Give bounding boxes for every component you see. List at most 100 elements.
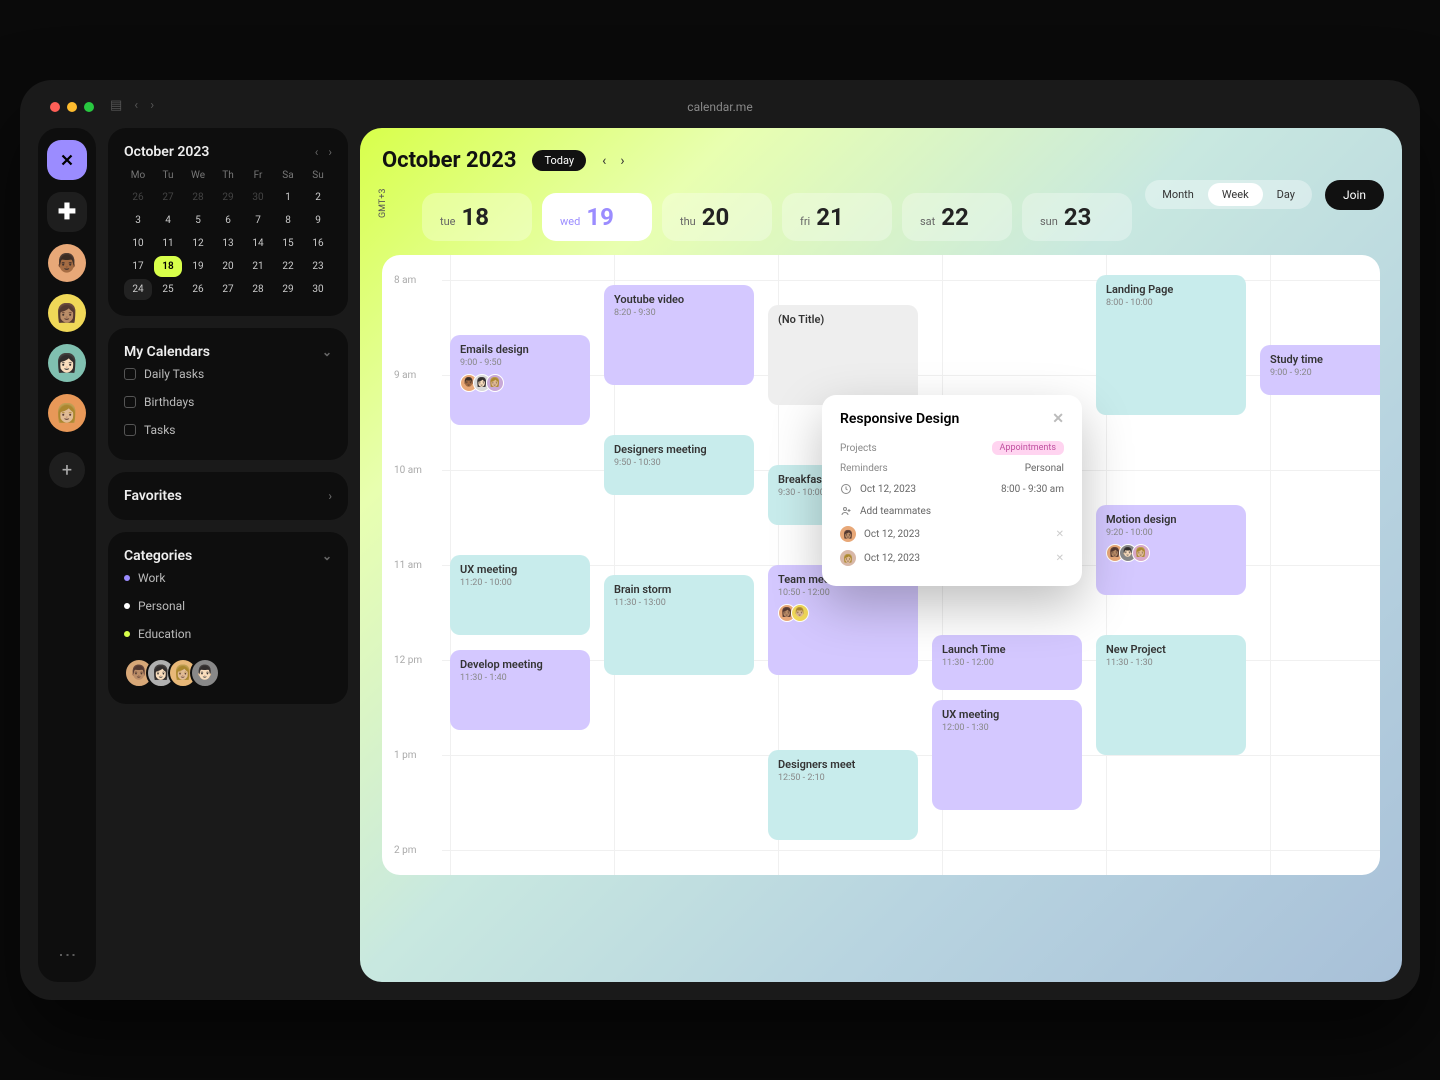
url-bar[interactable]: calendar.me [687, 100, 752, 114]
event-card[interactable]: (No Title) [768, 305, 918, 405]
event-card[interactable]: Study time 9:00 - 9:20 [1260, 345, 1380, 395]
add-user-button[interactable]: + [49, 452, 85, 488]
day-tab[interactable]: sun23 [1022, 193, 1132, 241]
zoom-light[interactable] [84, 102, 94, 112]
sidebar-toggle-icon[interactable]: ▤ [110, 98, 122, 113]
view-week[interactable]: Week [1208, 183, 1263, 206]
view-segmented-control[interactable]: Month Week Day [1145, 180, 1312, 209]
category-item[interactable]: Personal [124, 592, 332, 620]
calendar-item[interactable]: Tasks [124, 416, 332, 444]
day-tab[interactable]: sat22 [902, 193, 1012, 241]
checkbox[interactable] [124, 368, 136, 380]
avatar-user-1[interactable]: 👨🏾 [48, 244, 86, 282]
mini-date-cell[interactable]: 6 [214, 210, 242, 231]
day-tab[interactable]: tue18 [422, 193, 532, 241]
mini-date-cell[interactable]: 5 [184, 210, 212, 231]
minimize-light[interactable] [67, 102, 77, 112]
mini-date-cell[interactable]: 27 [154, 187, 182, 208]
close-light[interactable] [50, 102, 60, 112]
avatar-user-2[interactable]: 👩🏽 [48, 294, 86, 332]
avatar-user-3[interactable]: 👩🏻 [48, 344, 86, 382]
event-card[interactable]: Designers meet 12:50 - 2:10 [768, 750, 918, 840]
avatar[interactable]: 👨🏻 [190, 658, 220, 688]
mini-date-cell[interactable]: 29 [214, 187, 242, 208]
calendar-grid[interactable]: 8 am9 am10 am11 am12 pm1 pm2 pm Emails d… [382, 255, 1380, 875]
forward-icon[interactable]: › [150, 98, 154, 113]
mini-date-cell[interactable]: 17 [124, 256, 152, 277]
day-tab[interactable]: fri21 [782, 193, 892, 241]
close-button[interactable] [47, 140, 87, 180]
mini-date-cell[interactable]: 3 [124, 210, 152, 231]
mini-date-cell[interactable]: 13 [214, 233, 242, 254]
remove-icon[interactable]: ✕ [1056, 529, 1064, 540]
prev-icon[interactable]: ‹ [602, 153, 606, 169]
next-icon[interactable]: › [620, 153, 624, 169]
popup-tag-appointments[interactable]: Appointments [992, 441, 1064, 455]
mini-date-cell[interactable]: 28 [244, 279, 272, 300]
event-card[interactable]: Motion design 9:20 - 10:00 👩🏽👨🏻👩🏼 [1096, 505, 1246, 595]
avatar[interactable]: 👩🏼 [840, 550, 856, 566]
add-account-button[interactable]: ✚ [47, 192, 87, 232]
mini-date-cell[interactable]: 15 [274, 233, 302, 254]
mini-date-cell[interactable]: 30 [244, 187, 272, 208]
back-icon[interactable]: ‹ [134, 98, 138, 113]
mini-date-cell[interactable]: 4 [154, 210, 182, 231]
mini-date-cell[interactable]: 8 [274, 210, 302, 231]
avatar[interactable]: 👩🏽 [840, 526, 856, 542]
chevron-right-icon[interactable]: › [328, 489, 332, 503]
mini-date-cell[interactable]: 23 [304, 256, 332, 277]
mini-date-cell[interactable]: 26 [124, 187, 152, 208]
event-card[interactable]: Launch Time 11:30 - 12:00 [932, 635, 1082, 690]
avatar-user-4[interactable]: 👩🏼 [48, 394, 86, 432]
event-card[interactable]: Landing Page 8:00 - 10:00 [1096, 275, 1246, 415]
view-day[interactable]: Day [1263, 183, 1309, 206]
mini-prev-icon[interactable]: ‹ [315, 145, 319, 159]
mini-date-cell[interactable]: 30 [304, 279, 332, 300]
day-tab[interactable]: wed19 [542, 193, 652, 241]
popup-projects-label[interactable]: Projects [840, 443, 877, 454]
close-icon[interactable]: ✕ [1052, 411, 1064, 427]
remove-icon[interactable]: ✕ [1056, 553, 1064, 564]
mini-date-cell[interactable]: 21 [244, 256, 272, 277]
mini-date-cell[interactable]: 24 [124, 279, 152, 300]
mini-date-cell[interactable]: 10 [124, 233, 152, 254]
category-item[interactable]: Education [124, 620, 332, 648]
mini-date-cell[interactable]: 22 [274, 256, 302, 277]
mini-date-cell[interactable]: 20 [214, 256, 242, 277]
mini-date-cell[interactable]: 2 [304, 187, 332, 208]
today-button[interactable]: Today [532, 150, 586, 171]
event-card[interactable]: Emails design 9:00 - 9:50 👨🏾👩🏻👩🏼 [450, 335, 590, 425]
chevron-down-icon[interactable]: ⌄ [322, 549, 332, 563]
mini-date-cell[interactable]: 12 [184, 233, 212, 254]
mini-date-cell[interactable]: 19 [184, 256, 212, 277]
event-card[interactable]: Youtube video 8:20 - 9:30 [604, 285, 754, 385]
day-tab[interactable]: thu20 [662, 193, 772, 241]
mini-date-cell[interactable]: 18 [154, 256, 182, 277]
calendar-item[interactable]: Daily Tasks [124, 360, 332, 388]
event-card[interactable]: Designers meeting 9:50 - 10:30 [604, 435, 754, 495]
mini-date-cell[interactable]: 27 [214, 279, 242, 300]
mini-date-cell[interactable]: 25 [154, 279, 182, 300]
mini-next-icon[interactable]: › [328, 145, 332, 159]
popup-personal-label[interactable]: Personal [1025, 463, 1064, 474]
mini-date-cell[interactable]: 14 [244, 233, 272, 254]
mini-date-cell[interactable]: 28 [184, 187, 212, 208]
chevron-down-icon[interactable]: ⌄ [322, 345, 332, 359]
mini-date-cell[interactable]: 9 [304, 210, 332, 231]
join-button[interactable]: Join [1325, 180, 1384, 210]
calendar-item[interactable]: Birthdays [124, 388, 332, 416]
event-card[interactable]: UX meeting 11:20 - 10:00 [450, 555, 590, 635]
category-item[interactable]: Work [124, 564, 332, 592]
view-month[interactable]: Month [1148, 183, 1208, 206]
checkbox[interactable] [124, 396, 136, 408]
more-icon[interactable]: ⋮ [57, 946, 78, 970]
popup-reminders-label[interactable]: Reminders [840, 463, 888, 474]
event-card[interactable]: New Project 11:30 - 1:30 [1096, 635, 1246, 755]
popup-add-teammates[interactable]: Add teammates [860, 506, 931, 517]
mini-date-cell[interactable]: 29 [274, 279, 302, 300]
event-card[interactable]: Develop meeting 11:30 - 1:40 [450, 650, 590, 730]
event-card[interactable]: Brain storm 11:30 - 13:00 [604, 575, 754, 675]
checkbox[interactable] [124, 424, 136, 436]
mini-date-cell[interactable]: 1 [274, 187, 302, 208]
mini-date-cell[interactable]: 11 [154, 233, 182, 254]
